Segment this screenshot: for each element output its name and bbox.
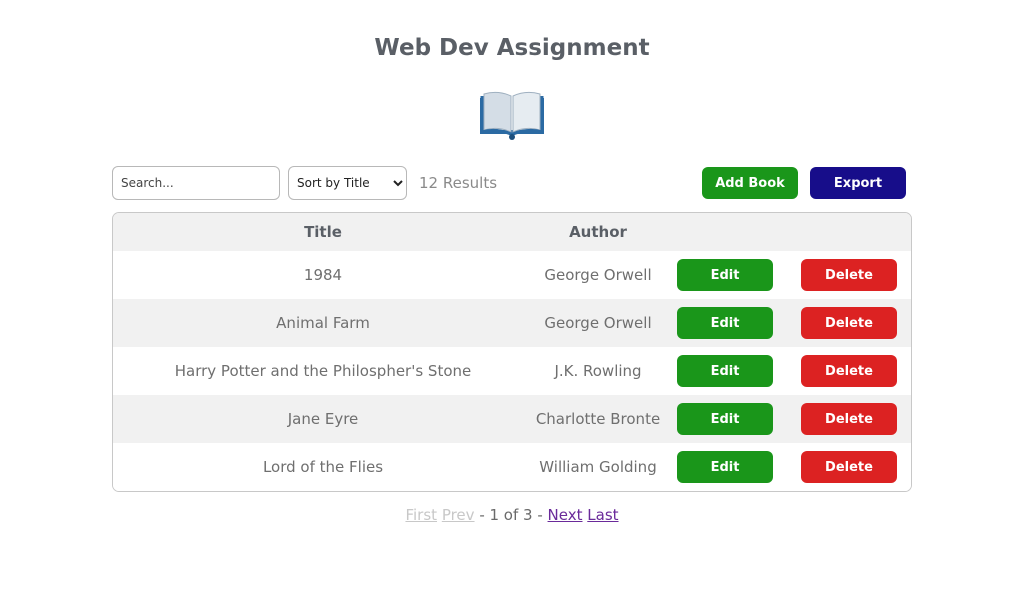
table-header-row: Title Author xyxy=(113,213,911,251)
table-row: Lord of the Flies William Golding Edit D… xyxy=(113,443,911,491)
pagination-next-link[interactable]: Next xyxy=(548,506,583,524)
book-title-cell: Animal Farm xyxy=(276,314,370,332)
table-row: 1984 George Orwell Edit Delete xyxy=(113,251,911,299)
edit-cell: Edit xyxy=(663,347,787,395)
book-author-cell: J.K. Rowling xyxy=(554,362,642,380)
pagination: First Prev - 1 of 3 - Next Last xyxy=(0,504,1024,526)
book-title-cell: Jane Eyre xyxy=(287,410,359,428)
delete-button[interactable]: Delete xyxy=(801,259,897,291)
book-author-cell: William Golding xyxy=(539,458,657,476)
book-author-cell: George Orwell xyxy=(544,314,652,332)
book-title-cell: Harry Potter and the Philospher's Stone xyxy=(174,362,472,380)
delete-button[interactable]: Delete xyxy=(801,451,897,483)
book-title-cell: Lord of the Flies xyxy=(262,458,384,476)
page-title: Web Dev Assignment xyxy=(374,35,650,61)
column-header-title: Title xyxy=(304,223,342,241)
edit-cell: Edit xyxy=(663,395,787,443)
delete-cell: Delete xyxy=(787,395,911,443)
pagination-last-link[interactable]: Last xyxy=(587,506,618,524)
add-book-button[interactable]: Add Book xyxy=(702,167,798,199)
pagination-separator: - xyxy=(532,506,548,524)
delete-button[interactable]: Delete xyxy=(801,403,897,435)
table-row: Jane Eyre Charlotte Bronte Edit Delete xyxy=(113,395,911,443)
book-author-cell: George Orwell xyxy=(544,266,652,284)
search-input[interactable] xyxy=(112,166,280,200)
delete-cell: Delete xyxy=(787,347,911,395)
edit-button[interactable]: Edit xyxy=(677,259,773,291)
books-table-container: Title Author 1984 George Orwell Edit Del… xyxy=(112,212,912,492)
pagination-first-link: First xyxy=(405,506,438,524)
column-header-delete xyxy=(787,213,911,251)
pagination-prev-link: Prev xyxy=(441,506,475,524)
open-book-icon xyxy=(480,91,544,140)
edit-button[interactable]: Edit xyxy=(677,403,773,435)
delete-button[interactable]: Delete xyxy=(801,307,897,339)
delete-cell: Delete xyxy=(787,443,911,491)
book-title-cell: 1984 xyxy=(303,266,343,284)
edit-button[interactable]: Edit xyxy=(677,307,773,339)
delete-button[interactable]: Delete xyxy=(801,355,897,387)
export-button[interactable]: Export xyxy=(810,167,906,199)
edit-cell: Edit xyxy=(663,251,787,299)
delete-cell: Delete xyxy=(787,299,911,347)
edit-button[interactable]: Edit xyxy=(677,451,773,483)
pagination-status: 1 of 3 xyxy=(489,506,533,524)
pagination-separator: - xyxy=(474,506,490,524)
table-row: Harry Potter and the Philospher's Stone … xyxy=(113,347,911,395)
table-row: Animal Farm George Orwell Edit Delete xyxy=(113,299,911,347)
column-header-author: Author xyxy=(569,223,627,241)
edit-button[interactable]: Edit xyxy=(677,355,773,387)
edit-cell: Edit xyxy=(663,299,787,347)
book-author-cell: Charlotte Bronte xyxy=(535,410,661,428)
sort-select[interactable]: Sort by Title xyxy=(288,166,407,200)
edit-cell: Edit xyxy=(663,443,787,491)
results-count: 12 Results xyxy=(419,174,498,192)
app-page: Web Dev Assignment Sort by Title 12 Resu… xyxy=(0,0,1024,600)
delete-cell: Delete xyxy=(787,251,911,299)
column-header-edit xyxy=(663,213,787,251)
books-table: Title Author 1984 George Orwell Edit Del… xyxy=(113,213,911,491)
